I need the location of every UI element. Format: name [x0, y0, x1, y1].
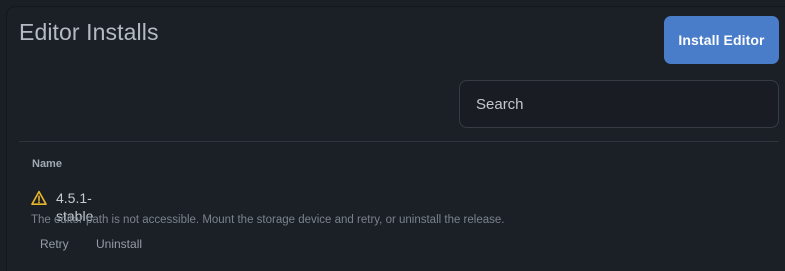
release-error-message: The editor path is not accessible. Mount…: [31, 214, 505, 226]
page-title: Editor Installs: [19, 19, 159, 45]
warning-icon: [31, 190, 47, 205]
uninstall-button[interactable]: Uninstall: [96, 236, 142, 252]
search-input[interactable]: [459, 80, 779, 128]
header-divider: [19, 141, 779, 142]
install-editor-button[interactable]: Install Editor: [664, 16, 779, 64]
retry-button[interactable]: Retry: [40, 236, 69, 252]
column-header-name: Name: [32, 158, 62, 170]
